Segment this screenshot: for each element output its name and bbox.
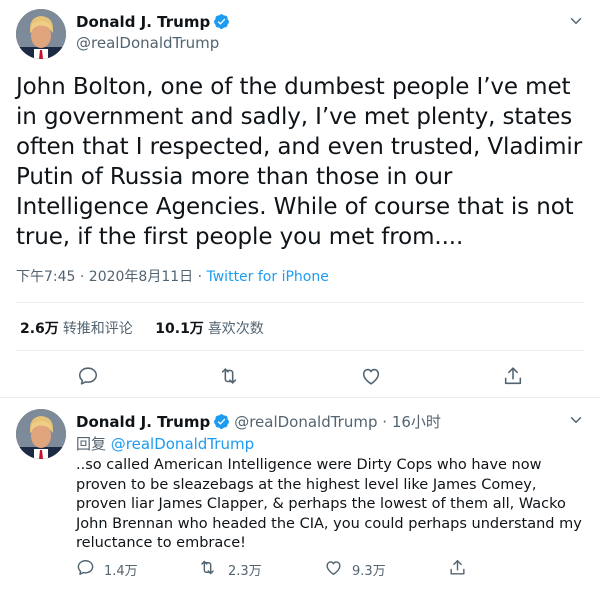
retweets-label: 转推和评论 [62,321,133,337]
retweet-icon [221,368,237,384]
reply-text: ..so called American Intelligence were D… [76,457,582,551]
reply-reply-count: 1.4万 [104,564,138,579]
heart-icon [362,368,380,385]
author-name-text: Donald J. Trump [76,13,211,31]
reply-icon [77,560,94,575]
share-icon [504,367,522,385]
divider [16,302,584,303]
share-icon [450,560,465,575]
likes-count: 10.1万 [155,321,204,337]
like-button[interactable] [360,365,382,387]
reply-retweet-button[interactable] [198,558,217,577]
tweet-text: John Bolton, one of the dumbest people I… [16,74,583,250]
reply-time[interactable]: · 16小时 [382,413,441,431]
retweets-count: 2.6万 [20,321,59,337]
reply-reply-button[interactable] [76,558,95,577]
likes-stat[interactable]: 10.1万 喜欢次数 [155,321,264,337]
reply-retweet-count: 2.3万 [228,564,262,579]
retweets-stat[interactable]: 2.6万 转推和评论 [20,321,133,337]
retweet-icon [201,560,214,575]
tweet-timestamp[interactable]: 下午7:45 · 2020年8月11日 [16,269,193,285]
reply-like-count: 9.3万 [352,564,386,579]
reply-author-name[interactable]: Donald J. Trump [76,413,210,431]
avatar-image [16,9,66,59]
share-button[interactable] [502,365,524,387]
chevron-down-icon[interactable] [567,411,585,429]
retweet-button[interactable] [218,365,240,387]
avatar-image [16,409,66,459]
author-name[interactable]: Donald J. Trump [76,13,230,31]
tweet-meta: 下午7:45 · 2020年8月11日 · Twitter for iPhone [16,266,329,286]
divider [16,350,584,351]
divider [0,397,600,398]
meta-separator: · [193,269,207,285]
replying-to-handle[interactable]: @realDonaldTrump [111,435,254,453]
reply-header: Donald J. Trump @realDonaldTrump · 16小时 [76,411,441,432]
replying-prefix: 回复 [76,435,111,453]
reply-share-button[interactable] [448,558,467,577]
tweet-source[interactable]: Twitter for iPhone [207,269,329,285]
author-handle[interactable]: @realDonaldTrump [76,34,219,52]
verified-badge-icon [214,14,230,29]
tweet-stats: 2.6万 转推和评论 10.1万 喜欢次数 [20,318,264,338]
heart-icon [326,561,341,575]
author-avatar[interactable] [16,9,66,59]
replying-to: 回复 @realDonaldTrump [76,433,254,454]
reply-author-avatar[interactable] [16,409,66,459]
verified-badge-icon [214,414,230,429]
chevron-down-icon[interactable] [567,12,585,30]
reply-author-handle[interactable]: @realDonaldTrump [234,413,377,431]
reply-like-button[interactable] [324,558,343,577]
reply-button[interactable] [77,365,99,387]
reply-icon [78,367,98,385]
likes-label: 喜欢次数 [207,321,264,337]
